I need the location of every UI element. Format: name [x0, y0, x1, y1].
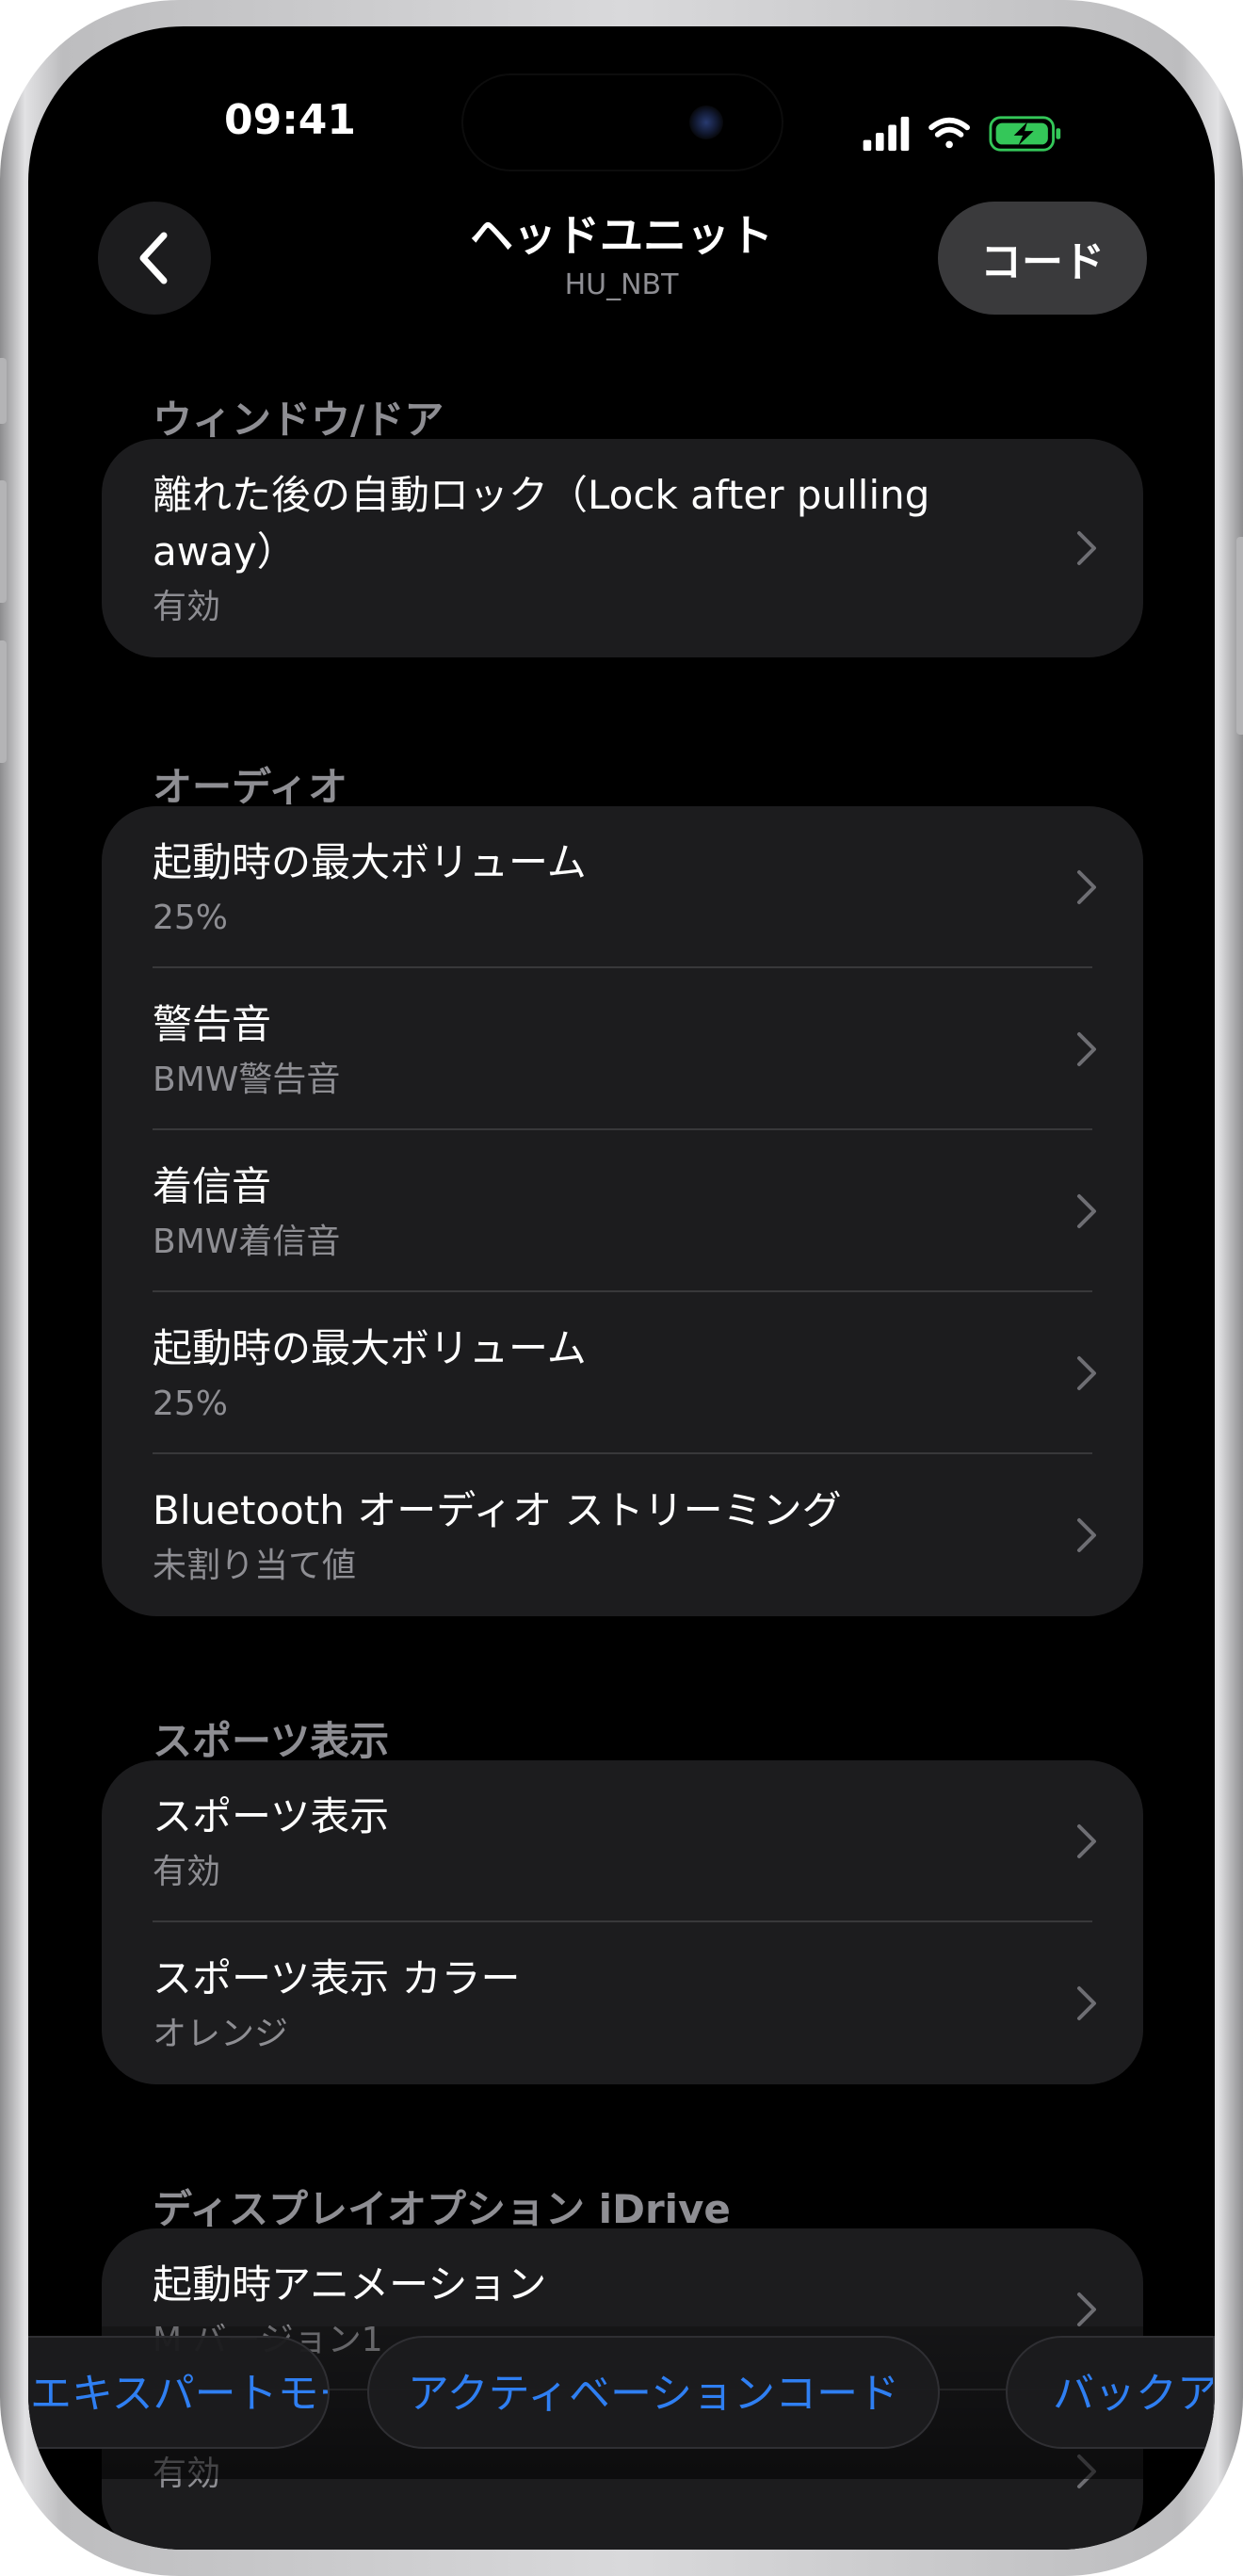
- activation-code-tab[interactable]: アクティベーションコード: [367, 2336, 940, 2449]
- setting-row-sport-display[interactable]: スポーツ表示 有効: [102, 1760, 1143, 1922]
- setting-row-startup-volume-2[interactable]: 起動時の最大ボリューム 25%: [102, 1292, 1143, 1454]
- power-button: [1236, 537, 1243, 735]
- chevron-right-icon: [1077, 1194, 1096, 1228]
- row-title: 起動時の最大ボリューム: [153, 1325, 587, 1371]
- chevron-right-icon: [1077, 1824, 1096, 1858]
- chevron-right-icon: [1077, 531, 1096, 565]
- expert-mode-tab[interactable]: エキスパートモード: [28, 2336, 330, 2449]
- row-value: 有効: [153, 1853, 221, 1891]
- row-title: 起動時アニメーション: [153, 2261, 547, 2308]
- chevron-right-icon: [1077, 1356, 1096, 1390]
- cellular-signal-icon: [863, 116, 910, 152]
- row-title: スポーツ表示: [153, 1793, 390, 1839]
- row-value: 有効: [153, 588, 221, 626]
- backup-tab[interactable]: バックアップ: [1006, 2336, 1215, 2449]
- front-camera-icon: [689, 105, 723, 139]
- row-title: 警告音: [153, 1001, 272, 1047]
- chevron-right-icon: [1077, 1032, 1096, 1066]
- dynamic-island: [463, 75, 782, 170]
- setting-row-bluetooth-audio[interactable]: Bluetooth オーディオ ストリーミング 未割り当て値: [102, 1454, 1143, 1616]
- row-title: Bluetooth オーディオ ストリーミング: [153, 1487, 842, 1533]
- code-button[interactable]: コード: [938, 202, 1147, 315]
- setting-row-auto-lock[interactable]: 離れた後の自動ロック（Lock after pulling away） 有効: [102, 439, 1143, 657]
- row-value: 25%: [153, 1385, 229, 1423]
- settings-card-audio: 起動時の最大ボリューム 25% 警告音 BMW警告音 着信音 BMW着信音 起動…: [102, 806, 1143, 1616]
- row-value: 未割り当て値: [153, 1547, 357, 1585]
- page-title: ヘッドユニット: [470, 210, 773, 261]
- battery-charging-icon: [989, 116, 1061, 152]
- setting-row-sport-display-color[interactable]: スポーツ表示 カラー オレンジ: [102, 1922, 1143, 2084]
- chevron-right-icon: [1077, 2292, 1096, 2326]
- settings-card-sport-display: スポーツ表示 有効 スポーツ表示 カラー オレンジ: [102, 1760, 1143, 2084]
- chevron-right-icon: [1077, 870, 1096, 904]
- row-title: 着信音: [153, 1163, 272, 1209]
- setting-row-ringtone[interactable]: 着信音 BMW着信音: [102, 1130, 1143, 1292]
- row-value: 25%: [153, 899, 229, 937]
- chevron-right-icon: [1077, 1986, 1096, 2020]
- back-button[interactable]: [98, 202, 211, 315]
- volume-up-button: [0, 480, 7, 603]
- row-value: BMW着信音: [153, 1223, 341, 1261]
- row-value: オレンジ: [153, 2015, 289, 2053]
- screen: 09:41 ヘッドユニット HU_NBT コード ウィンドウ/ドア 離れた後の自…: [28, 26, 1215, 2550]
- page-subtitle: HU_NBT: [564, 268, 679, 301]
- row-title: 離れた後の自動ロック（Lock after pulling away）: [153, 472, 930, 575]
- status-icons: [863, 116, 1061, 152]
- row-title: 起動時の最大ボリューム: [153, 839, 587, 885]
- chevron-right-icon: [1077, 1518, 1096, 1552]
- phone-frame: 09:41 ヘッドユニット HU_NBT コード ウィンドウ/ドア 離れた後の自…: [0, 0, 1243, 2576]
- setting-row-startup-volume[interactable]: 起動時の最大ボリューム 25%: [102, 806, 1143, 968]
- settings-card-window-door: 離れた後の自動ロック（Lock after pulling away） 有効: [102, 439, 1143, 657]
- action-button: [0, 358, 7, 424]
- row-value: BMW警告音: [153, 1061, 341, 1099]
- setting-row-warning-sound[interactable]: 警告音 BMW警告音: [102, 968, 1143, 1130]
- wifi-icon: [928, 117, 970, 149]
- chevron-left-icon: [139, 232, 168, 284]
- volume-down-button: [0, 640, 7, 763]
- row-title: スポーツ表示 カラー: [153, 1955, 521, 2001]
- status-time: 09:41: [223, 96, 357, 144]
